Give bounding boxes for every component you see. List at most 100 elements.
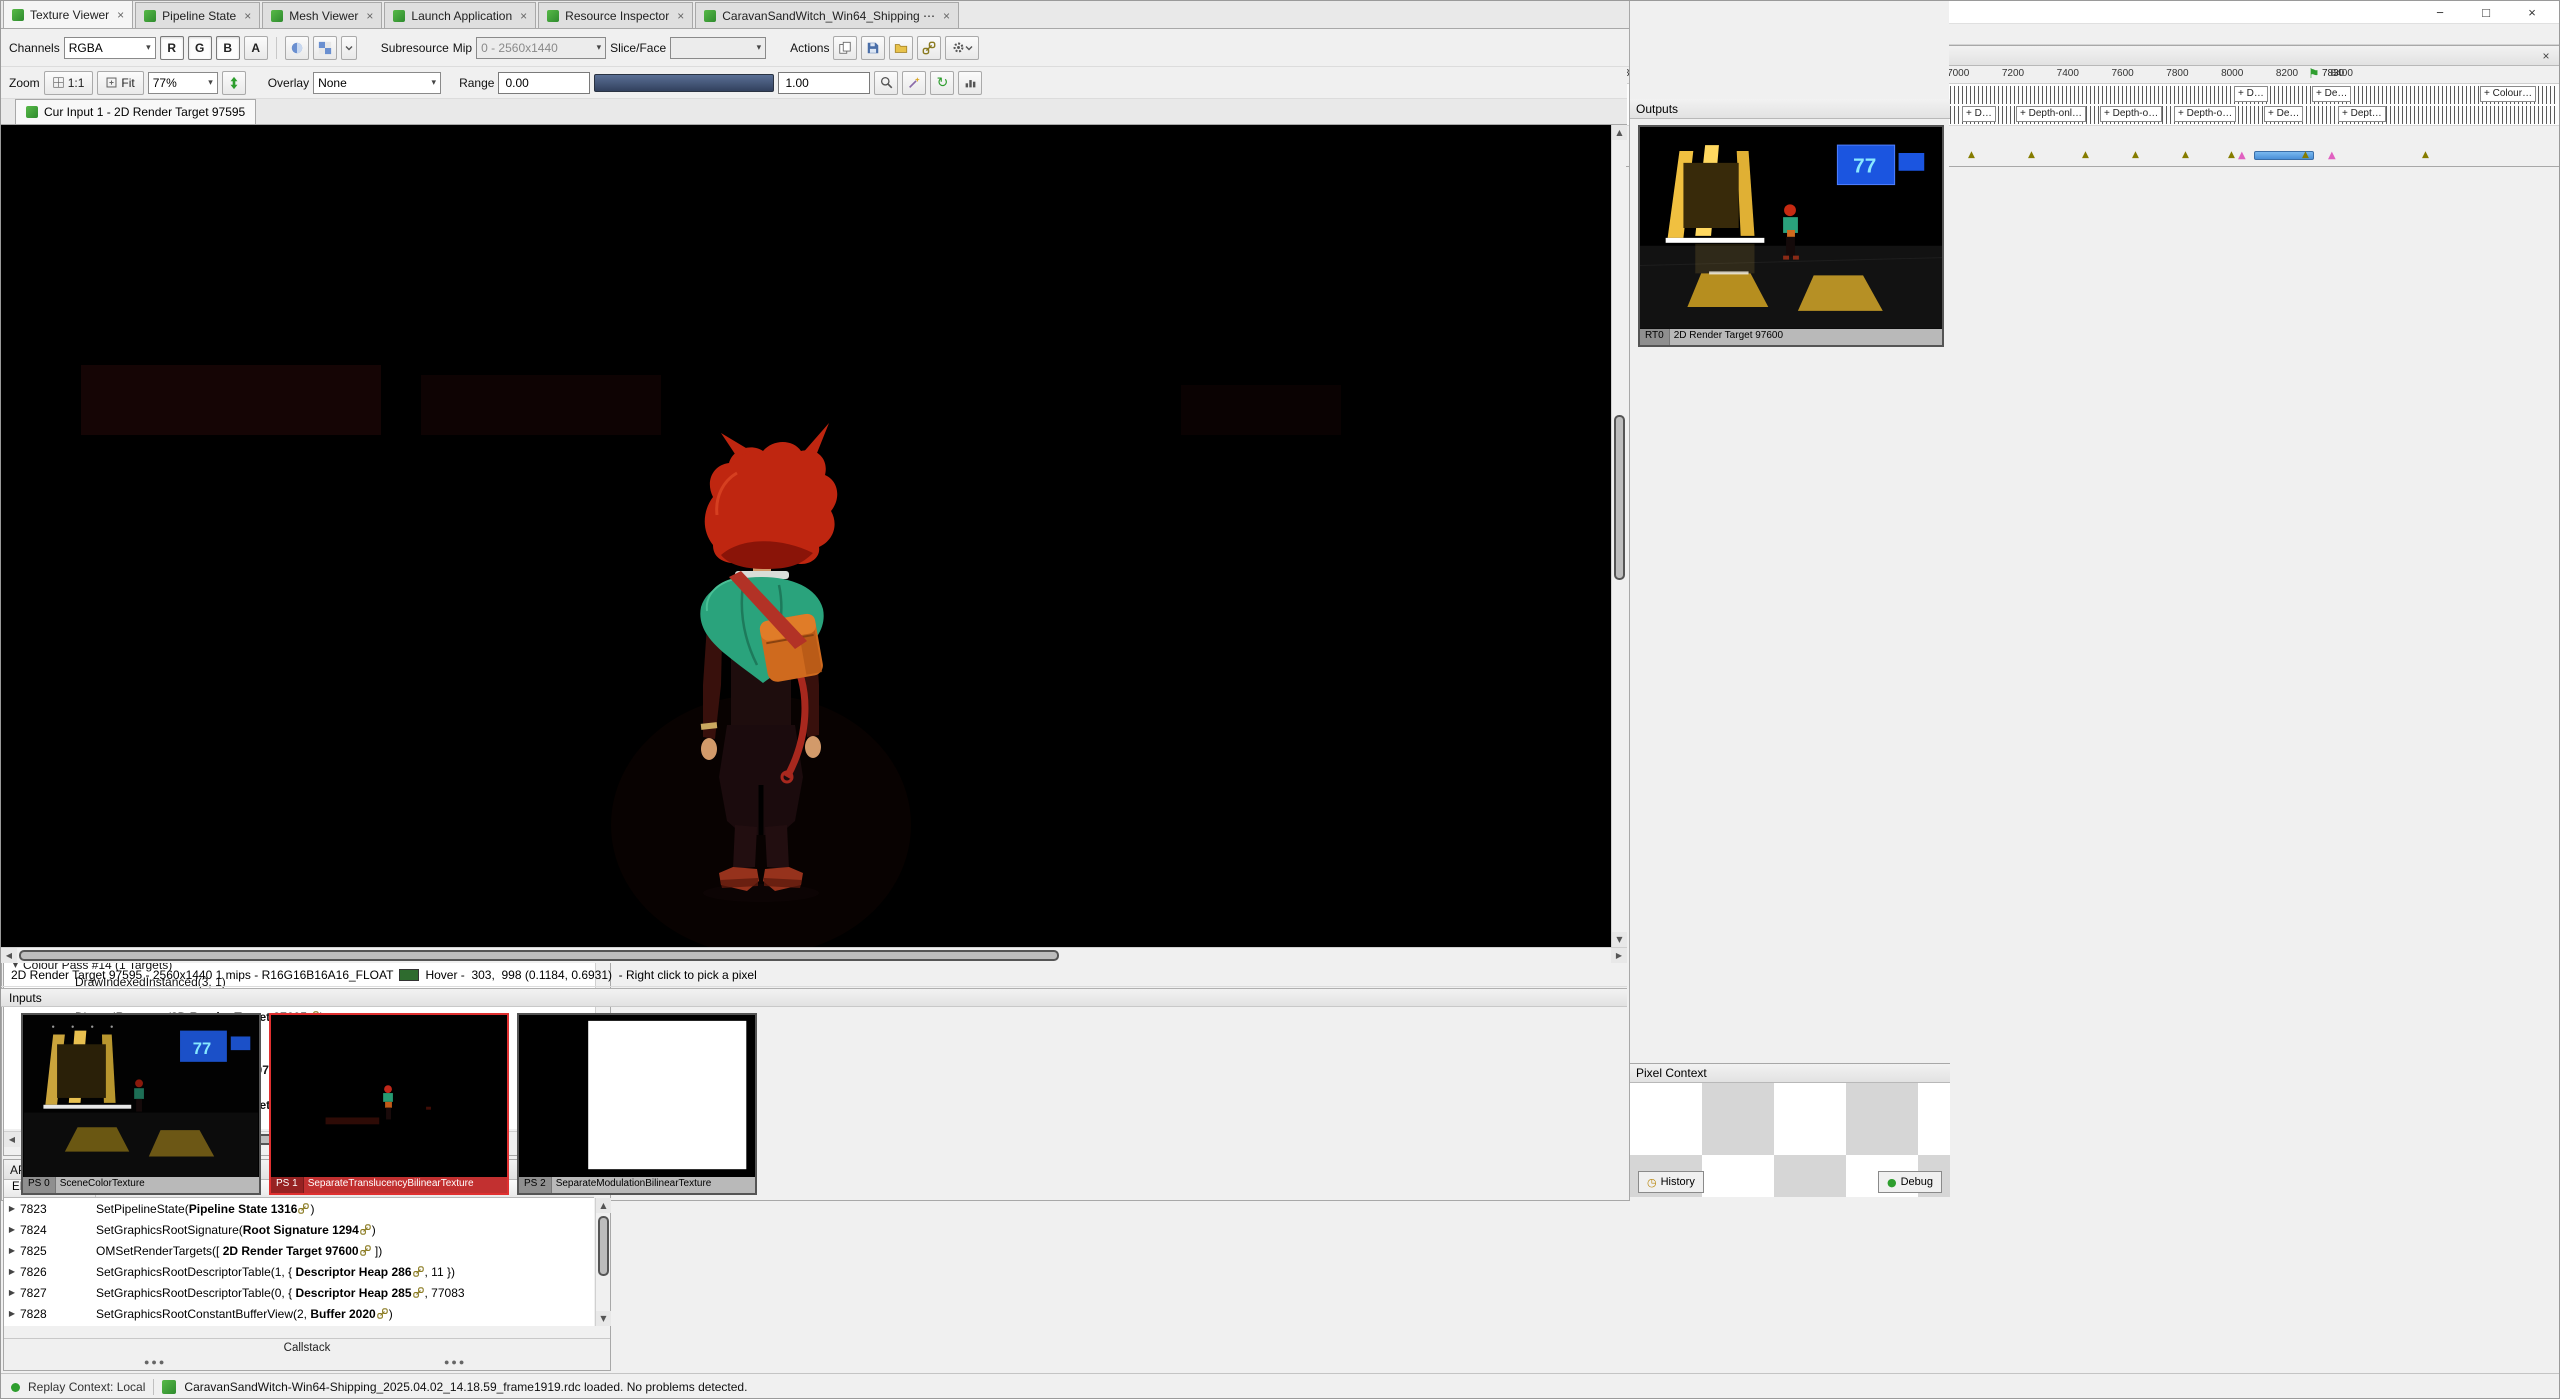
close-tab-icon[interactable]: × <box>366 9 373 23</box>
scroll-left-icon[interactable]: ◀ <box>4 1132 20 1147</box>
usage-marker-icon[interactable]: ▲ <box>1968 150 1975 160</box>
channel-b-toggle[interactable]: B <box>216 36 240 60</box>
close-tab-icon[interactable]: × <box>244 9 251 23</box>
timeline-pass-section[interactable]: + Depth-o… <box>2100 106 2162 122</box>
usage-marker-icon[interactable]: ▲ <box>2028 150 2035 160</box>
minimize-icon[interactable]: − <box>2417 1 2463 23</box>
pixel-context-header: Pixel Context <box>1630 1063 1950 1083</box>
tab-pipeline-state[interactable]: Pipeline State× <box>135 2 260 28</box>
splitter-grip[interactable]: ●●● <box>144 1357 166 1367</box>
range-slider[interactable] <box>594 74 774 92</box>
canvas-hscrollbar[interactable]: ◀ ▶ <box>1 947 1627 963</box>
canvas-vscrollbar[interactable]: ▲ ▼ <box>1611 125 1626 947</box>
tab-resource-inspector[interactable]: Resource Inspector× <box>538 2 693 28</box>
scroll-up-icon[interactable]: ▲ <box>1612 125 1627 140</box>
timeline-pass-section[interactable]: + D… <box>1962 106 1996 122</box>
usage-marker-icon[interactable]: ▲ <box>2302 150 2309 160</box>
timeline-pass-section[interactable]: + Depth-o… <box>2174 106 2236 122</box>
scroll-down-icon[interactable]: ▼ <box>596 1311 611 1326</box>
resource-link-button[interactable] <box>917 36 941 60</box>
api-vscrollbar[interactable]: ▲ ▼ <box>595 1198 610 1326</box>
expand-icon[interactable]: ▶ <box>4 1288 20 1297</box>
close-tab-icon[interactable]: × <box>520 9 527 23</box>
histogram-button[interactable] <box>958 71 982 95</box>
expand-icon[interactable]: ▶ <box>4 1246 20 1255</box>
scroll-down-icon[interactable]: ▼ <box>1612 932 1627 947</box>
timeline-pass-section[interactable]: + D… <box>2234 86 2268 102</box>
close-timeline-icon[interactable]: × <box>2538 49 2554 63</box>
splitter-grip[interactable]: ●●● <box>444 1357 466 1367</box>
channel-a-toggle[interactable]: A <box>244 36 268 60</box>
scroll-left-icon[interactable]: ◀ <box>1 948 17 963</box>
tab-texture-viewer[interactable]: Texture Viewer× <box>3 0 133 28</box>
timeline-pass-section[interactable]: + Dept… <box>2338 106 2386 122</box>
maximize-icon[interactable]: □ <box>2463 1 2509 23</box>
api-call-row[interactable]: ▶7826SetGraphicsRootDescriptorTable(1, {… <box>4 1261 594 1282</box>
close-tab-icon[interactable]: × <box>677 9 684 23</box>
range-min-input[interactable]: 0.00 <box>498 72 590 94</box>
scroll-right-icon[interactable]: ▶ <box>1611 948 1627 963</box>
api-call-row[interactable]: ▶7828SetGraphicsRootConstantBufferView(2… <box>4 1303 594 1324</box>
api-call-row[interactable]: ▶7825OMSetRenderTargets([ 2D Render Targ… <box>4 1240 594 1261</box>
channel-r-toggle[interactable]: R <box>160 36 184 60</box>
texture-settings-button[interactable] <box>945 36 979 60</box>
api-call-row[interactable]: ▶7823SetPipelineState(Pipeline State 131… <box>4 1198 594 1219</box>
replay-context[interactable]: Replay Context: Local <box>28 1380 145 1394</box>
flip-y-button[interactable] <box>222 71 246 95</box>
expand-icon[interactable]: ▶ <box>4 1225 20 1234</box>
save-texture-button[interactable] <box>861 36 885 60</box>
channel-g-toggle[interactable]: G <box>188 36 212 60</box>
current-texture-tab[interactable]: Cur Input 1 - 2D Render Target 97595 <box>15 99 256 124</box>
close-icon[interactable]: × <box>2509 1 2555 23</box>
texture-canvas[interactable] <box>1 125 1611 947</box>
close-tab-icon[interactable]: × <box>943 9 950 23</box>
expand-icon[interactable]: ▶ <box>4 1204 20 1213</box>
input-thumbnail-ps1[interactable]: PS 1 SeparateTranslucencyBilinearTexture <box>269 1013 509 1195</box>
mip-select[interactable]: 0 - 2560x1440 <box>476 37 606 59</box>
pixel-context-view[interactable]: ◷ History ● Debug <box>1630 1083 1950 1197</box>
channels-select[interactable]: RGBA <box>64 37 156 59</box>
timeline-pass-section[interactable]: + Colour… <box>2480 86 2536 102</box>
history-button[interactable]: ◷ History <box>1638 1171 1704 1193</box>
usage-marker-icon[interactable]: ▲ <box>2422 150 2429 160</box>
range-end-marker-icon[interactable]: ▲ <box>2328 150 2336 161</box>
input-thumbnail-ps2[interactable]: PS 2 SeparateModulationBilinearTexture <box>517 1013 757 1195</box>
debug-button[interactable]: ● Debug <box>1878 1171 1942 1193</box>
slice-face-select[interactable] <box>670 37 766 59</box>
api-call-row[interactable]: ▶7824SetGraphicsRootSignature(Root Signa… <box>4 1219 594 1240</box>
tab-launch-application[interactable]: Launch Application× <box>384 2 536 28</box>
open-texture-button[interactable] <box>889 36 913 60</box>
zoom-percent-select[interactable]: 77% <box>148 72 218 94</box>
fit-button[interactable]: Fit <box>97 71 143 95</box>
zoom-range-button[interactable] <box>874 71 898 95</box>
overlay-select[interactable]: None <box>313 72 441 94</box>
usage-marker-icon[interactable]: ▲ <box>2182 150 2189 160</box>
range-start-marker-icon[interactable]: ▲ <box>2238 150 2246 161</box>
copy-button[interactable] <box>833 36 857 60</box>
autofit-range-button[interactable] <box>902 71 926 95</box>
range-max-input[interactable]: 1.00 <box>778 72 870 94</box>
background-pattern-button[interactable] <box>313 36 337 60</box>
usage-marker-icon[interactable]: ▲ <box>2132 150 2139 160</box>
gamma-toggle[interactable] <box>285 36 309 60</box>
callstack-section[interactable]: Callstack ●●● ●●● <box>4 1338 610 1370</box>
input-thumbnail-ps0[interactable]: 77 PS 0 SceneColorTexture <box>21 1013 261 1195</box>
usage-marker-icon[interactable]: ▲ <box>2228 150 2235 160</box>
timeline-pass-section[interactable]: + De… <box>2264 106 2303 122</box>
expand-icon[interactable]: ▶ <box>4 1309 20 1318</box>
background-dropdown[interactable] <box>341 36 357 60</box>
copy-icon <box>838 41 852 55</box>
tab-mesh-viewer[interactable]: Mesh Viewer× <box>262 2 382 28</box>
api-call-row[interactable]: ▶7827SetGraphicsRootDescriptorTable(0, {… <box>4 1282 594 1303</box>
reset-range-button[interactable]: ↻ <box>930 71 954 95</box>
usage-marker-icon[interactable]: ▲ <box>2082 150 2089 160</box>
clock-icon: ◷ <box>1647 1176 1657 1189</box>
tab-caravansandwitch-win64-shipping[interactable]: CaravanSandWitch_Win64_Shipping ⋯× <box>695 2 959 28</box>
close-tab-icon[interactable]: × <box>117 8 124 22</box>
zoom-1-1-button[interactable]: 1:1 <box>44 71 94 95</box>
output-thumbnail-rt0[interactable]: 77 RT0 2D Render Target 97600 <box>1638 125 1944 347</box>
timeline-pass-section[interactable]: + De… <box>2312 86 2351 102</box>
expand-icon[interactable]: ▶ <box>4 1267 20 1276</box>
scroll-up-icon[interactable]: ▲ <box>596 1198 611 1213</box>
timeline-pass-section[interactable]: + Depth-onl… <box>2016 106 2086 122</box>
